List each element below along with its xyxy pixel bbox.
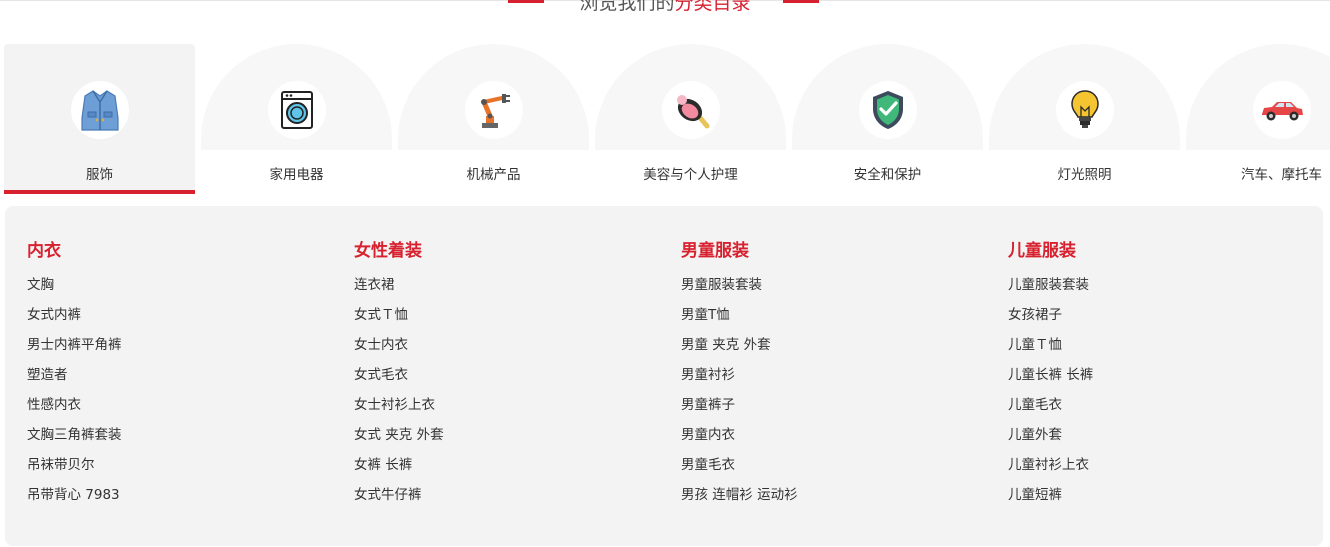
category-icon-badge [859, 81, 917, 139]
category-tab-safety-protection[interactable]: 安全和保护 [792, 44, 983, 194]
subcategory-link[interactable]: 男童毛衣 [681, 450, 798, 480]
category-label: 灯光照明 [1057, 167, 1112, 183]
subcategory-panel: 内衣 文胸 女式内裤 男士内裤平角裤 塑造者 性感内衣 文胸三角裤套装 吊袜带贝… [5, 206, 1323, 546]
light-bulb-icon [1071, 90, 1099, 128]
subcategory-link[interactable]: 儿童长裤 长裤 [1008, 360, 1093, 390]
category-icon-badge [1056, 81, 1114, 139]
subcategory-title[interactable]: 内衣 [27, 240, 122, 262]
category-icon-badge [1253, 81, 1311, 139]
subcategory-link[interactable]: 女式内裤 [27, 300, 122, 330]
subcategory-link[interactable]: 女式 夹克 外套 [354, 420, 444, 450]
subcategory-link[interactable]: 连衣裙 [354, 270, 444, 300]
subcategory-link[interactable]: 塑造者 [27, 360, 122, 390]
subcategory-link[interactable]: 儿童短裤 [1008, 480, 1093, 510]
category-tabs: 服饰 家用电器 机械产品 美容与个人护理 安全和保护 灯光照明 汽车、摩托车 [4, 44, 1330, 194]
subcategory-link[interactable]: 文胸三角裤套装 [27, 420, 122, 450]
subcategory-link[interactable]: 男孩 连帽衫 运动衫 [681, 480, 798, 510]
subcategory-link[interactable]: 男童衬衫 [681, 360, 798, 390]
makeup-compact-icon [677, 95, 710, 129]
subcategory-link[interactable]: 男童T恤 [681, 300, 798, 330]
subcategory-link[interactable]: 女裤 长裤 [354, 450, 444, 480]
category-label: 安全和保护 [853, 167, 922, 183]
subcategory-link[interactable]: 女式毛衣 [354, 360, 444, 390]
subcategory-link[interactable]: 男士内裤平角裤 [27, 330, 122, 360]
category-icon-badge [71, 81, 129, 139]
category-tab-lighting[interactable]: 灯光照明 [989, 44, 1180, 194]
category-icon-badge [465, 81, 523, 139]
subcategory-title[interactable]: 儿童服装 [1008, 240, 1093, 262]
shield-check-icon [873, 91, 903, 129]
section-heading: 浏览我们的分类目录 [0, 0, 1330, 15]
category-tab-machinery[interactable]: 机械产品 [398, 44, 589, 194]
subcategory-link[interactable]: 男童内衣 [681, 420, 798, 450]
subcategory-list: 儿童服装套装 女孩裙子 儿童Ｔ恤 儿童长裤 长裤 儿童毛衣 儿童外套 儿童衬衫上… [1008, 270, 1093, 510]
subcategory-link[interactable]: 男童服装套装 [681, 270, 798, 300]
heading-prefix: 浏览我们的 [579, 0, 675, 14]
active-tab-indicator [4, 190, 195, 194]
subcategory-link[interactable]: 儿童Ｔ恤 [1008, 330, 1093, 360]
subcategory-link[interactable]: 儿童外套 [1008, 420, 1093, 450]
category-tab-apparel[interactable]: 服饰 [4, 44, 195, 194]
subcategory-link[interactable]: 男童 夹克 外套 [681, 330, 798, 360]
subcategory-list: 男童服装套装 男童T恤 男童 夹克 外套 男童衬衫 男童裤子 男童内衣 男童毛衣… [681, 270, 798, 510]
robot-arm-icon [481, 94, 510, 128]
subcategory-link[interactable]: 女士内衣 [354, 330, 444, 360]
subcategory-link[interactable]: 女孩裙子 [1008, 300, 1093, 330]
category-tab-auto-motorcycle[interactable]: 汽车、摩托车 [1186, 44, 1330, 194]
car-icon [1262, 102, 1303, 121]
category-label: 汽车、摩托车 [1241, 167, 1322, 183]
subcategory-list: 文胸 女式内裤 男士内裤平角裤 塑造者 性感内衣 文胸三角裤套装 吊袜带贝尔 吊… [27, 270, 122, 510]
subcategory-link[interactable]: 吊袜带贝尔 [27, 450, 122, 480]
subcategory-column-kids-wear: 儿童服装 儿童服装套装 女孩裙子 儿童Ｔ恤 儿童长裤 长裤 儿童毛衣 儿童外套 … [1008, 240, 1093, 510]
subcategory-link[interactable]: 男童裤子 [681, 390, 798, 420]
subcategory-link[interactable]: 儿童毛衣 [1008, 390, 1093, 420]
subcategory-column-womens-wear: 女性着装 连衣裙 女式Ｔ恤 女士内衣 女式毛衣 女士衬衫上衣 女式 夹克 外套 … [354, 240, 444, 510]
category-icon-badge [268, 81, 326, 139]
subcategory-list: 连衣裙 女式Ｔ恤 女士内衣 女式毛衣 女士衬衫上衣 女式 夹克 外套 女裤 长裤… [354, 270, 444, 510]
category-icon-badge [662, 81, 720, 139]
subcategory-title[interactable]: 男童服装 [681, 240, 798, 262]
heading-highlight: 分类目录 [674, 0, 751, 14]
category-label: 家用电器 [269, 167, 324, 183]
category-tab-beauty-personal-care[interactable]: 美容与个人护理 [595, 44, 786, 194]
category-label: 服饰 [86, 167, 113, 183]
subcategory-link[interactable]: 儿童衬衫上衣 [1008, 450, 1093, 480]
subcategory-column-underwear: 内衣 文胸 女式内裤 男士内裤平角裤 塑造者 性感内衣 文胸三角裤套装 吊袜带贝… [27, 240, 122, 510]
subcategory-link[interactable]: 吊带背心 7983 [27, 480, 122, 510]
jacket-icon [81, 90, 119, 131]
subcategory-link[interactable]: 女式牛仔裤 [354, 480, 444, 510]
subcategory-title[interactable]: 女性着装 [354, 240, 444, 262]
subcategory-link[interactable]: 儿童服装套装 [1008, 270, 1093, 300]
category-label: 美容与个人护理 [643, 167, 738, 183]
subcategory-column-boys-wear: 男童服装 男童服装套装 男童T恤 男童 夹克 外套 男童衬衫 男童裤子 男童内衣… [681, 240, 798, 510]
subcategory-link[interactable]: 女式Ｔ恤 [354, 300, 444, 330]
subcategory-link[interactable]: 文胸 [27, 270, 122, 300]
subcategory-link[interactable]: 性感内衣 [27, 390, 122, 420]
washing-machine-icon [281, 91, 313, 129]
category-tab-home-appliances[interactable]: 家用电器 [201, 44, 392, 194]
category-label: 机械产品 [466, 167, 521, 183]
subcategory-link[interactable]: 女士衬衫上衣 [354, 390, 444, 420]
